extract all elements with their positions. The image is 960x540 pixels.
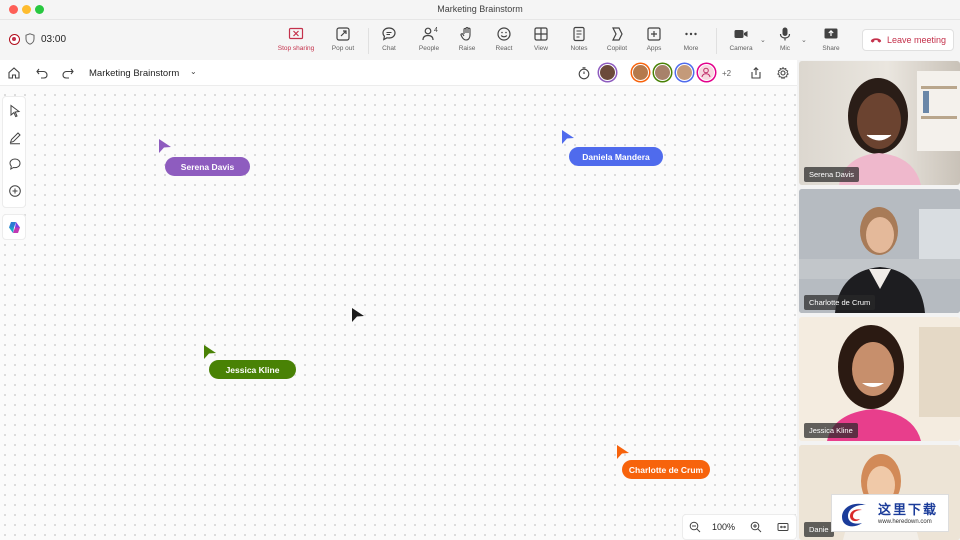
view-label: View (534, 45, 548, 52)
home-icon[interactable] (7, 66, 21, 80)
comment-icon[interactable] (8, 157, 22, 171)
cursor-name-tag: Serena Davis (165, 157, 250, 176)
watermark-swirl-icon (842, 503, 866, 527)
notes-label: Notes (570, 45, 588, 52)
camera-button[interactable]: Camera (719, 26, 763, 56)
react-label: React (495, 45, 513, 52)
shield-icon (25, 33, 35, 45)
copilot-panel-button[interactable] (2, 214, 26, 240)
zoom-in-icon[interactable] (750, 521, 762, 533)
participant-name: Serena Davis (804, 167, 860, 182)
zoom-level: 100% (712, 522, 736, 532)
chat-button[interactable]: Chat (367, 26, 411, 56)
share-icon (824, 28, 838, 39)
react-icon (497, 27, 511, 41)
notes-icon (573, 26, 585, 42)
avatar[interactable] (632, 64, 649, 81)
zoom-controls: 100% (682, 514, 797, 540)
recording-icon (9, 34, 20, 45)
collaborator-cursor-icon (159, 139, 171, 153)
more-label: More (683, 45, 699, 52)
watermark-url: www.heredown.com (878, 519, 932, 525)
person-icon (701, 67, 711, 78)
fit-to-screen-icon[interactable] (777, 521, 789, 533)
toolbar-divider (716, 28, 717, 54)
whiteboard-tools-panel (2, 96, 26, 208)
apps-label: Apps (646, 45, 662, 52)
undo-icon[interactable] (35, 66, 49, 80)
whiteboard-header: Marketing Brainstorm ⌄ +2 (0, 60, 797, 86)
view-icon (534, 27, 548, 41)
leave-meeting-label: Leave meeting (886, 35, 947, 45)
meeting-toolbar: 03:00 Stop sharing Pop out Chat 4 People… (0, 20, 960, 60)
pop-out-button[interactable]: Pop out (321, 26, 365, 56)
raise-label: Raise (458, 45, 476, 52)
extra-participants-count[interactable]: +2 (722, 69, 731, 78)
redo-icon[interactable] (61, 66, 75, 80)
title-bar: Marketing Brainstorm (0, 0, 960, 20)
pen-icon[interactable] (8, 131, 22, 145)
watermark-logo: 这里下载 www.heredown.com (831, 494, 949, 532)
board-title-chevron-icon[interactable]: ⌄ (190, 67, 197, 76)
participant-video-tile[interactable]: Serena Davis (799, 61, 960, 185)
watermark-text: 这里下载 (878, 502, 939, 517)
whiteboard-canvas[interactable]: Marketing Brainstorm ⌄ +2 Serena Davis D… (0, 60, 797, 540)
hang-up-icon (870, 37, 882, 43)
apps-icon (647, 27, 661, 41)
pop-out-label: Pop out (331, 45, 355, 52)
collaborator-cursor-icon (562, 130, 574, 144)
more-icon (685, 32, 697, 36)
people-count-badge: 4 (434, 27, 438, 34)
participant-name: Jessica Kline (804, 423, 858, 438)
pop-out-icon (336, 27, 350, 41)
more-button[interactable]: More (669, 26, 713, 56)
share-button[interactable]: Share (809, 26, 853, 56)
add-icon[interactable] (8, 184, 22, 198)
participant-name: Charlotte de Crum (804, 295, 876, 310)
cursor-name-tag: Charlotte de Crum (622, 460, 710, 479)
cursor-name-tag: Jessica Kline (209, 360, 296, 379)
zoom-out-icon[interactable] (689, 521, 701, 533)
mic-options-chevron-icon[interactable]: ⌄ (801, 36, 807, 44)
share-label: Share (822, 45, 840, 52)
cursor-name-tag: Daniela Mandera (569, 147, 663, 166)
board-title[interactable]: Marketing Brainstorm (89, 68, 179, 79)
meeting-timer: 03:00 (41, 34, 67, 45)
timer-icon[interactable] (577, 66, 591, 80)
collaborator-cursor-icon (617, 445, 629, 459)
window-title: Marketing Brainstorm (437, 4, 523, 14)
mic-label: Mic (779, 45, 791, 52)
camera-icon (734, 30, 748, 38)
participant-video-tile[interactable]: Jessica Kline (799, 317, 960, 441)
raise-hand-icon (460, 26, 471, 41)
collaborator-cursor-icon (204, 345, 216, 359)
chat-icon (382, 27, 396, 41)
camera-label: Camera (729, 45, 753, 52)
avatar[interactable] (698, 64, 715, 81)
own-cursor-icon (352, 308, 364, 322)
stop-share-icon (288, 27, 304, 40)
settings-gear-icon[interactable] (776, 66, 790, 80)
avatar[interactable] (676, 64, 693, 81)
people-label: People (418, 45, 440, 52)
avatar[interactable] (654, 64, 671, 81)
select-pointer-icon[interactable] (8, 104, 22, 118)
stop-sharing-button[interactable]: Stop sharing (274, 26, 318, 56)
chat-label: Chat (382, 45, 396, 52)
leave-meeting-button[interactable]: Leave meeting (862, 29, 954, 51)
copilot-icon (612, 27, 623, 41)
mic-icon (779, 27, 791, 41)
participant-name: Danie (804, 522, 834, 537)
participant-video-tile[interactable]: Charlotte de Crum (799, 189, 960, 313)
avatar[interactable] (599, 64, 616, 81)
share-board-icon[interactable] (749, 66, 763, 80)
stop-sharing-label: Stop sharing (277, 45, 315, 52)
copilot-logo-icon (9, 222, 20, 233)
copilot-label: Copilot (606, 45, 628, 52)
